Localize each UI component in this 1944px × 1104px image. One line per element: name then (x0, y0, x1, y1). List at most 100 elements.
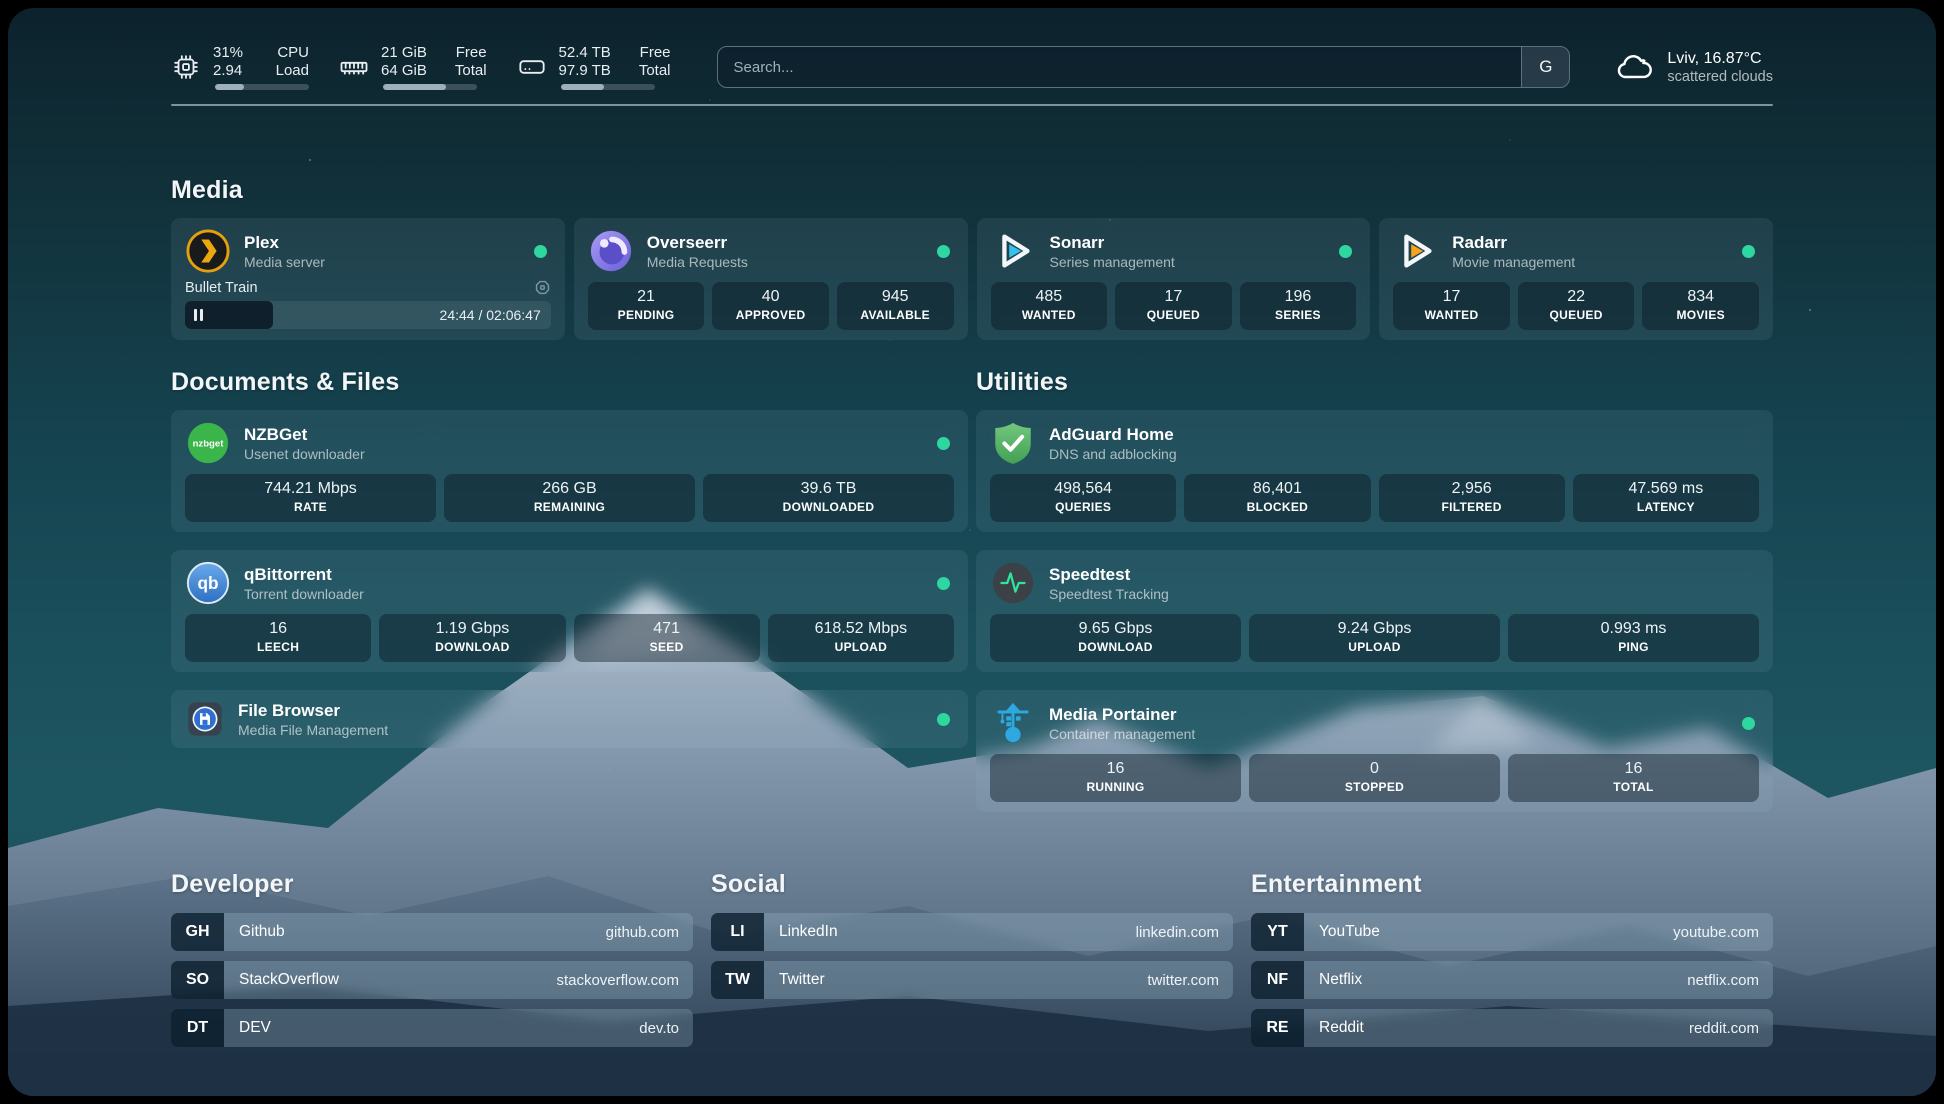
cpu-label-2: Load (273, 62, 309, 80)
card-sonarr[interactable]: Sonarr Series management 485 WANTED 17 Q… (977, 218, 1371, 340)
stat-seed: 471 SEED (574, 614, 760, 662)
cpu-progress-fill (215, 84, 244, 90)
stat-approved: 40 APPROVED (712, 282, 829, 330)
disk-progress-fill (561, 84, 604, 90)
stat-stopped: 0 STOPPED (1249, 754, 1500, 802)
section-title-developer: Developer (171, 870, 693, 899)
bookmark-dev[interactable]: DT DEV dev.to (171, 1009, 693, 1047)
header-divider (171, 104, 1773, 106)
cpu-icon (171, 52, 201, 82)
card-title: Media Portainer (1049, 704, 1729, 725)
svg-text:qb: qb (197, 573, 218, 593)
cpu-usage: 31% (213, 44, 245, 62)
search-input[interactable] (718, 47, 1522, 87)
status-dot (937, 245, 950, 258)
adguard-icon (990, 420, 1036, 466)
card-speedtest[interactable]: Speedtest Speedtest Tracking 9.65 Gbps D… (976, 550, 1773, 672)
card-title: Speedtest (1049, 564, 1759, 585)
pause-icon[interactable] (194, 309, 203, 321)
filebrowser-icon (185, 699, 225, 739)
card-overseerr[interactable]: Overseerr Media Requests 21 PENDING 40 A… (574, 218, 968, 340)
card-subtitle: Usenet downloader (244, 445, 924, 463)
bookmark-abbr: RE (1251, 1009, 1304, 1047)
bookmark-youtube[interactable]: YT YouTube youtube.com (1251, 913, 1773, 951)
snow-specks (8, 8, 12, 12)
stat-available: 945 AVAILABLE (837, 282, 954, 330)
stat-latency: 47.569 ms LATENCY (1573, 474, 1759, 522)
card-filebrowser[interactable]: File Browser Media File Management (171, 690, 968, 748)
bookmark-domain: github.com (606, 924, 679, 941)
memory-icon (339, 52, 369, 82)
section-title-entertainment: Entertainment (1251, 870, 1773, 899)
bookmark-label: Netflix (1319, 971, 1362, 989)
bookmark-domain: linkedin.com (1136, 924, 1219, 941)
resource-widgets: 31% CPU 2.94 Load (171, 44, 671, 90)
search-provider-button[interactable]: G (1521, 47, 1569, 87)
bookmark-domain: stackoverflow.com (556, 972, 679, 989)
card-subtitle: Media server (244, 253, 521, 271)
stat-download: 9.65 Gbps DOWNLOAD (990, 614, 1241, 662)
card-title: Plex (244, 232, 521, 253)
bookmark-stackoverflow[interactable]: SO StackOverflow stackoverflow.com (171, 961, 693, 999)
stat-filtered: 2,956 FILTERED (1379, 474, 1565, 522)
media-card-grid: Plex Media server Bullet Train (171, 218, 1773, 340)
section-title-documents: Documents & Files (171, 368, 968, 397)
section-title-social: Social (711, 870, 1233, 899)
bookmark-domain: dev.to (639, 1020, 679, 1037)
plex-progress-bar[interactable]: 24:44 / 02:06:47 (185, 301, 551, 329)
memory-label-1: Free (455, 44, 487, 62)
disk-free: 52.4 TB (559, 44, 611, 62)
stat-upload: 618.52 Mbps UPLOAD (768, 614, 954, 662)
memory-widget: 21 GiB Free 64 GiB Total (339, 44, 487, 90)
stat-wanted: 485 WANTED (991, 282, 1108, 330)
sonarr-icon (991, 228, 1037, 274)
bookmark-domain: youtube.com (1673, 924, 1759, 941)
status-dot (937, 577, 950, 590)
bookmark-reddit[interactable]: RE Reddit reddit.com (1251, 1009, 1773, 1047)
stat-blocked: 86,401 BLOCKED (1184, 474, 1370, 522)
disk-label-2: Total (639, 62, 671, 80)
card-title: NZBGet (244, 424, 924, 445)
settings-icon[interactable] (534, 279, 551, 296)
card-nzbget[interactable]: nzbget NZBGet Usenet downloader 744.21 M… (171, 410, 968, 532)
cpu-label-1: CPU (273, 44, 309, 62)
card-qbittorrent[interactable]: qb qBittorrent Torrent downloader 16 LEE… (171, 550, 968, 672)
svg-text:nzbget: nzbget (193, 438, 225, 449)
bookmark-label: YouTube (1319, 923, 1380, 941)
stat-ping: 0.993 ms PING (1508, 614, 1759, 662)
bookmark-twitter[interactable]: TW Twitter twitter.com (711, 961, 1233, 999)
memory-total: 64 GiB (381, 62, 427, 80)
bookmark-linkedin[interactable]: LI LinkedIn linkedin.com (711, 913, 1233, 951)
qbittorrent-icon: qb (185, 560, 231, 606)
card-adguard[interactable]: AdGuard Home DNS and adblocking 498,564 … (976, 410, 1773, 532)
search-bar: G (717, 46, 1571, 88)
dashboard-window: 31% CPU 2.94 Load (8, 8, 1936, 1096)
stat-running: 16 RUNNING (990, 754, 1241, 802)
bookmark-abbr: YT (1251, 913, 1304, 951)
stat-download: 1.19 Gbps DOWNLOAD (379, 614, 565, 662)
bookmark-label: DEV (239, 1019, 271, 1037)
memory-progress-track (383, 84, 477, 90)
card-portainer[interactable]: Media Portainer Container management 16 … (976, 690, 1773, 812)
bookmark-domain: twitter.com (1147, 972, 1219, 989)
card-plex[interactable]: Plex Media server Bullet Train (171, 218, 565, 340)
portainer-icon (990, 700, 1036, 746)
card-title: Sonarr (1050, 232, 1327, 253)
bookmark-label: Github (239, 923, 285, 941)
card-subtitle: Media File Management (238, 721, 924, 739)
card-subtitle: Media Requests (647, 253, 924, 271)
bookmark-abbr: GH (171, 913, 224, 951)
disk-label-1: Free (639, 44, 671, 62)
bookmark-github[interactable]: GH Github github.com (171, 913, 693, 951)
radarr-icon (1393, 228, 1439, 274)
card-radarr[interactable]: Radarr Movie management 17 WANTED 22 QUE… (1379, 218, 1773, 340)
status-dot (937, 713, 950, 726)
bookmark-domain: reddit.com (1689, 1020, 1759, 1037)
bookmark-abbr: SO (171, 961, 224, 999)
bookmark-label: StackOverflow (239, 971, 339, 989)
stat-total: 16 TOTAL (1508, 754, 1759, 802)
card-subtitle: Series management (1050, 253, 1327, 271)
bookmark-netflix[interactable]: NF Netflix netflix.com (1251, 961, 1773, 999)
card-subtitle: Speedtest Tracking (1049, 585, 1759, 603)
card-subtitle: Torrent downloader (244, 585, 924, 603)
